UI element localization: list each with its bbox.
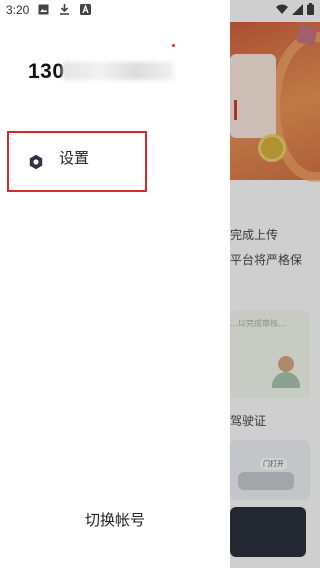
settings-gear-icon (29, 154, 43, 169)
drawer-scrim[interactable] (230, 0, 320, 568)
notification-dot (172, 44, 175, 47)
status-bar: 3:20 (0, 0, 320, 22)
settings-menu-item[interactable]: 设置 (7, 131, 147, 192)
switch-account-button[interactable]: 切换帐号 (85, 509, 145, 530)
phone-number-masked (62, 62, 174, 80)
battery-icon (307, 3, 314, 15)
status-time: 3:20 (6, 3, 30, 17)
wifi-icon (276, 4, 288, 14)
signal-icon (292, 3, 303, 15)
image-icon (38, 4, 49, 15)
phone-number: 130 (28, 60, 65, 83)
settings-label: 设置 (59, 149, 90, 167)
navigation-drawer: 130 设置 切换帐号 (0, 0, 230, 568)
a-badge-icon (80, 4, 91, 15)
download-icon (60, 4, 69, 15)
